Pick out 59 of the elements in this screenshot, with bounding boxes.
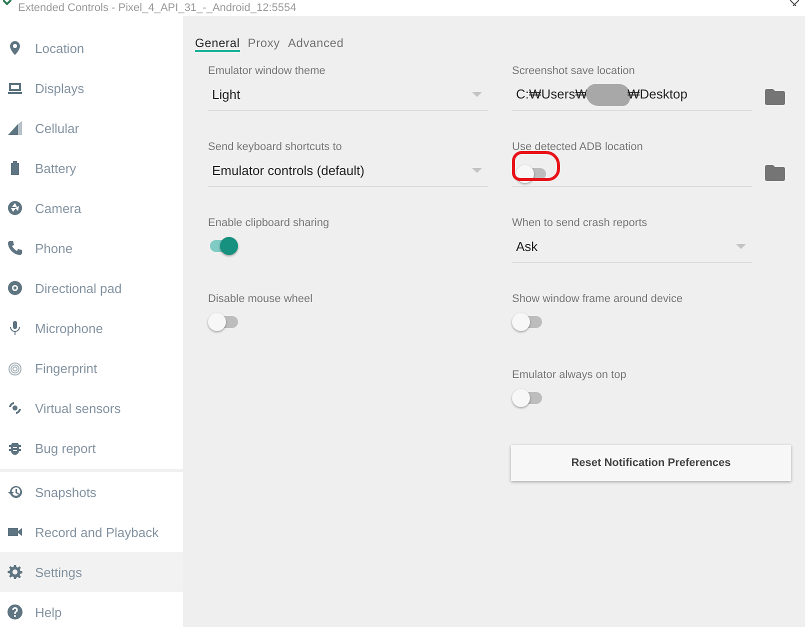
sidebar-item[interactable]: Settings — [0, 552, 183, 592]
toggle-switch[interactable] — [208, 313, 238, 331]
sidebar-item[interactable]: Camera — [0, 188, 183, 228]
path-field[interactable]: C:₩Users₩ ₩Desktop — [512, 79, 752, 111]
sidebar-item[interactable]: Virtual sensors — [0, 388, 183, 428]
setting-label: When to send crash reports — [512, 217, 648, 231]
sidebar-item[interactable]: Displays — [0, 68, 183, 108]
folder-icon[interactable] — [765, 165, 785, 181]
toggle-switch[interactable] — [512, 389, 542, 407]
dropdown-caret-icon — [736, 244, 746, 249]
sidebar-item[interactable]: Directional pad — [0, 268, 183, 308]
history-icon — [7, 484, 23, 500]
close-icon[interactable] — [790, 0, 799, 6]
window-title: Extended Controls - Pixel_4_API_31_-_Android_12:5554 — [18, 2, 296, 14]
dropdown-caret-icon — [472, 168, 482, 173]
setting-label: Emulator always on top — [512, 369, 628, 383]
setting-label: Use detected ADB location — [512, 141, 644, 155]
dropdown-caret-icon — [472, 92, 482, 97]
setting-label: Emulator window theme — [208, 65, 326, 79]
laptop-icon — [7, 80, 23, 96]
tab[interactable]: Proxy — [248, 33, 280, 52]
toggle-switch[interactable] — [208, 237, 238, 255]
sidebar-item[interactable]: Battery — [0, 148, 183, 188]
dpad-icon — [7, 280, 23, 296]
map-pin-icon — [7, 40, 23, 56]
reset-button[interactable]: Reset Notification Preferences — [511, 445, 791, 481]
settings-icon — [7, 564, 23, 580]
redaction-blob — [586, 84, 630, 106]
rotation-icon — [7, 400, 23, 416]
setting-label: Screenshot save location — [512, 65, 636, 79]
sidebar-item[interactable]: Record and Playback — [0, 512, 183, 552]
bug-icon — [7, 440, 23, 456]
signal-icon — [7, 120, 23, 136]
sidebar-item[interactable]: Fingerprint — [0, 348, 183, 388]
tab[interactable]: General — [195, 33, 240, 52]
app-icon — [3, 0, 12, 5]
toggle-switch[interactable] — [516, 164, 546, 182]
phone-icon — [7, 240, 23, 256]
setting-label: Show window frame around device — [512, 293, 684, 307]
dropdown[interactable]: Emulator controls (default) — [208, 155, 488, 187]
sidebar-item[interactable]: Microphone — [0, 308, 183, 348]
setting-label: Send keyboard shortcuts to — [208, 141, 343, 155]
sidebar-item[interactable]: Help — [0, 592, 183, 627]
folder-icon[interactable] — [765, 89, 785, 105]
setting-label: Disable mouse wheel — [208, 293, 314, 307]
dropdown[interactable]: Light — [208, 79, 488, 111]
toggle-switch[interactable] — [512, 313, 542, 331]
setting-label: Enable clipboard sharing — [208, 217, 330, 231]
sidebar-item[interactable]: Location — [0, 28, 183, 68]
sidebar-item[interactable]: Snapshots — [0, 472, 183, 512]
sidebar-item[interactable]: Phone — [0, 228, 183, 268]
tab[interactable]: Advanced — [288, 33, 344, 52]
fingerprint-icon — [7, 360, 23, 376]
sidebar-item[interactable]: Bug report — [0, 428, 183, 468]
microphone-icon — [7, 320, 23, 336]
camera-shutter-icon — [7, 200, 23, 216]
dropdown[interactable]: Ask — [512, 231, 752, 263]
sidebar-item[interactable]: Cellular — [0, 108, 183, 148]
help-icon — [7, 604, 23, 620]
